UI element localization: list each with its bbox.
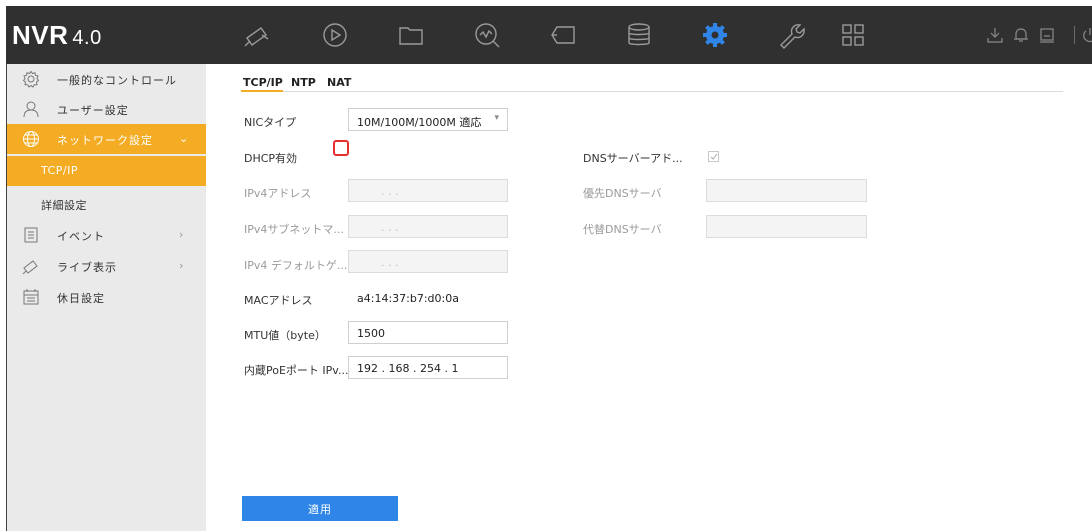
sidebar-item-live-view[interactable]: ライブ表示 › [7,251,206,281]
mtu-label: MTU値（byte） [244,329,326,342]
gear-icon[interactable] [700,20,730,50]
ipv4-subnet-input[interactable]: . . . [348,215,508,238]
nic-type-select[interactable]: 10M/100M/1000M 適応 ▾ [348,108,508,131]
lock-icon[interactable] [1038,26,1056,44]
poe-ip-value: 192 . 168 . 254 . 1 [357,362,459,375]
sidebar-subitem-label: TCP/IP [41,164,78,177]
ipv4-gateway-input[interactable]: . . . [348,250,508,273]
poe-ip-input[interactable]: 192 . 168 . 254 . 1 [348,356,508,379]
alternate-dns-label: 代替DNSサーバ [583,223,662,236]
dropdown-arrow-icon: ▾ [494,113,499,123]
sidebar-item-event[interactable]: イベント › [7,220,206,250]
folder-icon[interactable] [396,20,426,50]
database-icon[interactable] [624,20,654,50]
dns-auto-checkbox[interactable] [708,151,719,162]
power-icon[interactable] [1081,26,1092,44]
download-icon[interactable] [986,26,1004,44]
chevron-right-icon: › [179,228,184,241]
sidebar-subitem-tcpip[interactable]: TCP/IP [7,156,206,186]
chevron-right-icon: › [179,259,184,272]
live-view-camera-icon[interactable] [242,20,272,50]
sidebar-item-user-settings[interactable]: ユーザー設定 [7,94,206,124]
calendar-icon [22,288,40,306]
user-icon [22,100,40,118]
apply-button[interactable]: 適用 [242,496,398,521]
playback-icon[interactable] [320,20,350,50]
smart-search-icon[interactable] [472,20,502,50]
checkmark-icon [710,153,718,160]
ipv4-gateway-label: IPv4 デフォルトゲ... [244,259,348,272]
tab-tcpip[interactable]: TCP/IP [243,76,283,89]
sidebar-item-general-control[interactable]: 一般的なコントロール [7,64,206,94]
preferred-dns-label: 優先DNSサーバ [583,187,662,200]
mtu-value: 1500 [357,327,385,340]
sidebar-item-label: 一般的なコントロール [57,74,177,87]
dns-auto-label: DNSサーバーアド... [583,152,683,165]
ipv4-subnet-value: . . . [381,221,399,234]
product-logo: NVR 4.0 [12,20,102,51]
grid-icon[interactable] [838,20,868,50]
nic-type-label: NICタイプ [244,116,297,129]
gear-outline-icon [22,70,40,88]
mac-address-value: a4:14:37:b7:d0:0a [357,292,459,305]
camera-icon [22,257,40,275]
preferred-dns-input[interactable] [706,179,867,202]
tab-divider [241,91,1063,92]
wrench-icon[interactable] [776,20,806,50]
alternate-dns-input[interactable] [706,215,867,238]
settings-tabs: TCP/IP NTP NAT [241,72,1065,92]
event-icon [22,226,40,244]
tab-ntp[interactable]: NTP [291,76,316,89]
mtu-input[interactable]: 1500 [348,321,508,344]
ipv4-gateway-value: . . . [381,256,399,269]
sidebar-item-label: ユーザー設定 [57,104,129,117]
poe-ip-label: 内蔵PoEポート IPv... [244,364,349,377]
toolbar-divider [1074,26,1075,44]
sidebar-item-holiday-settings[interactable]: 休日設定 [7,282,206,312]
globe-icon [22,130,40,148]
ipv4-address-value: . . . [381,185,399,198]
chevron-down-icon: ⌄ [179,132,189,145]
sidebar-item-network-settings[interactable]: ネットワーク設定 ⌄ [7,124,206,154]
ipv4-address-label: IPv4アドレス [244,187,312,200]
ptz-icon[interactable] [548,20,578,50]
logo-text: NVR [12,20,69,50]
settings-sidebar: 一般的なコントロール ユーザー設定 ネットワーク設定 ⌄ TCP/IP 詳細設定… [7,64,206,531]
tab-nat[interactable]: NAT [327,76,351,89]
dhcp-label: DHCP有効 [244,152,298,165]
dhcp-checkbox[interactable] [333,140,349,156]
top-navigation-bar: NVR 4.0 [6,6,1092,64]
nic-type-value: 10M/100M/1000M 適応 [357,116,482,129]
sidebar-subitem-advanced-settings[interactable]: 詳細設定 [7,189,206,219]
sidebar-item-label: イベント [57,230,105,243]
sidebar-subitem-label: 詳細設定 [41,199,87,212]
sidebar-item-label: ライブ表示 [57,261,117,274]
ipv4-address-input[interactable]: . . . [348,179,508,202]
logo-version: 4.0 [72,27,102,49]
sidebar-item-label: 休日設定 [57,292,105,305]
sidebar-item-label: ネットワーク設定 [57,134,153,147]
ipv4-subnet-label: IPv4サブネットマ... [244,223,344,236]
tab-active-indicator [241,90,283,92]
bell-icon[interactable] [1012,26,1030,44]
mac-address-label: MACアドレス [244,294,313,307]
